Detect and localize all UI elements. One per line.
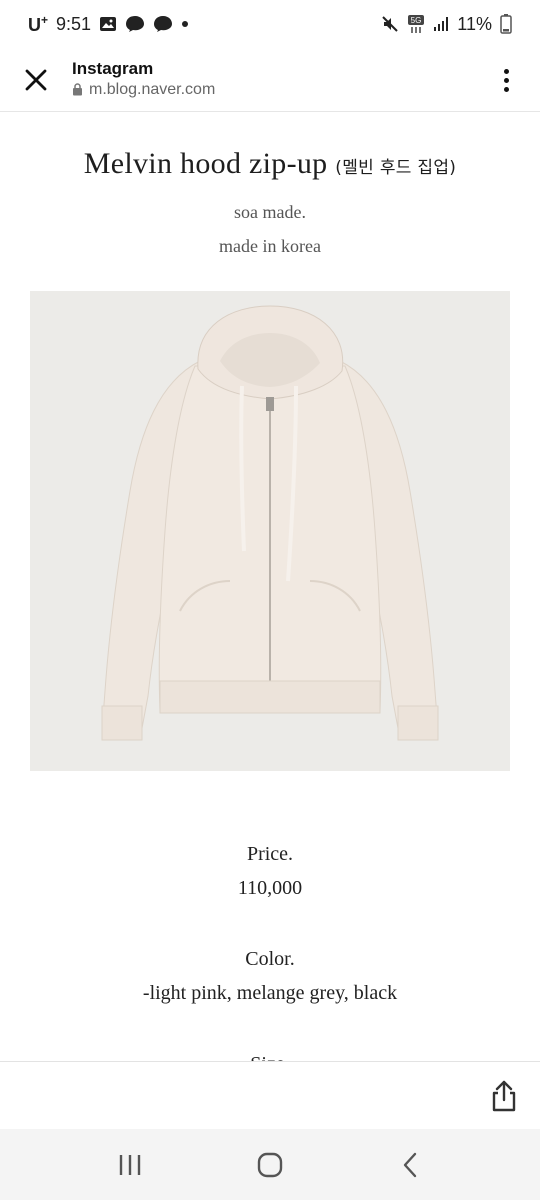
talk-notification-icon-2: [153, 15, 173, 33]
blog-content[interactable]: Melvin hood zip-up (멜빈 후드 집업) soa made. …: [0, 113, 540, 1061]
share-icon: [492, 1080, 516, 1112]
product-photo[interactable]: [30, 291, 510, 771]
close-button[interactable]: [0, 48, 72, 112]
close-icon: [25, 69, 47, 90]
recents-button[interactable]: [100, 1140, 160, 1190]
share-button[interactable]: [488, 1078, 520, 1114]
product-name: Melvin hood zip-up: [83, 147, 328, 180]
more-vert-icon: [503, 68, 509, 74]
hoodie-image: [30, 291, 510, 771]
status-bar: U+ 9:51 5G 11%: [0, 0, 540, 48]
price-value: 110,000: [237, 877, 303, 899]
dot-icon: [181, 20, 189, 28]
recents-icon: [119, 1154, 141, 1175]
size-section: Size.: [0, 1047, 540, 1061]
color-section: Color. -light pink, melange grey, black: [0, 942, 540, 1010]
battery-icon: [500, 14, 512, 34]
price-label: Price.: [246, 843, 294, 865]
network-5g-icon: 5G: [407, 14, 425, 34]
more-vert-dot: [503, 77, 509, 83]
browser-header: Instagram m.blog.naver.com: [0, 48, 540, 112]
status-time: 9:51: [56, 13, 92, 34]
color-options: -light pink, melange grey, black: [142, 982, 398, 1004]
carrier-label: U+: [28, 12, 49, 35]
system-nav-bar: [0, 1129, 540, 1200]
product-name-korean: (멜빈 후드 집업): [335, 158, 457, 178]
product-title: Melvin hood zip-up (멜빈 후드 집업): [0, 147, 540, 181]
page-title: Instagram: [72, 58, 154, 78]
signal-icon: [433, 16, 449, 32]
battery-percent: 11%: [457, 13, 492, 34]
gallery-notification-icon: [99, 15, 117, 33]
made-in-label: made in korea: [219, 236, 321, 256]
size-label: Size.: [0, 1047, 540, 1061]
more-options-button[interactable]: [492, 60, 520, 100]
url-text: m.blog.naver.com: [89, 80, 216, 98]
home-button[interactable]: [240, 1140, 300, 1190]
bottom-toolbar: [0, 1061, 540, 1129]
url-display[interactable]: m.blog.naver.com: [72, 79, 215, 101]
more-vert-dot: [503, 86, 509, 92]
svg-text:5G: 5G: [411, 16, 422, 25]
talk-notification-icon: [125, 15, 145, 33]
price-section: Price. 110,000: [0, 837, 540, 905]
back-icon: [403, 1152, 417, 1177]
home-icon: [257, 1152, 283, 1177]
color-label: Color.: [245, 948, 295, 970]
mute-icon: [381, 15, 399, 33]
lock-icon: [73, 83, 82, 96]
brand-name: soa made.: [234, 202, 306, 222]
back-button[interactable]: [380, 1140, 440, 1190]
